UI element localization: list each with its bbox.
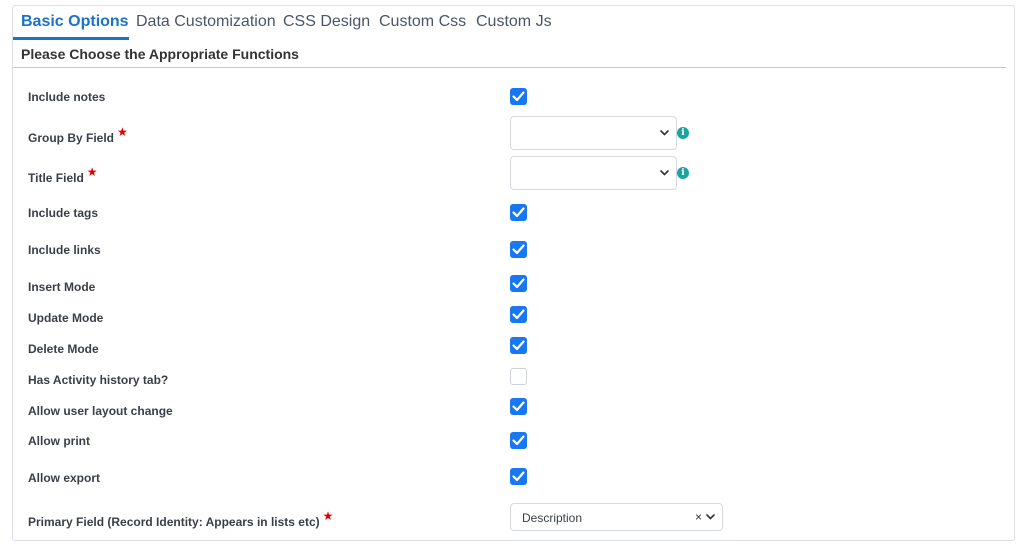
check-icon bbox=[512, 435, 525, 446]
activity-history-tab-checkbox[interactable] bbox=[510, 368, 527, 385]
active-tab-indicator bbox=[13, 37, 129, 40]
tab-data-customization[interactable]: Data Customization bbox=[136, 13, 276, 31]
clear-icon[interactable]: × bbox=[695, 510, 702, 524]
tab-custom-css[interactable]: Custom Css bbox=[379, 13, 466, 31]
info-icon[interactable]: i bbox=[677, 167, 689, 179]
primary-field-label: Primary Field (Record Identity: Appears … bbox=[28, 509, 334, 529]
tab-basic-options[interactable]: Basic Options bbox=[21, 13, 129, 31]
update-mode-checkbox[interactable] bbox=[510, 306, 527, 323]
delete-mode-checkbox[interactable] bbox=[510, 337, 527, 354]
update-mode-label: Update Mode bbox=[28, 311, 104, 325]
tab-css-design[interactable]: CSS Design bbox=[283, 13, 370, 31]
check-icon bbox=[512, 244, 525, 255]
chevron-down-icon bbox=[706, 514, 715, 520]
check-icon bbox=[512, 278, 525, 289]
include-notes-checkbox[interactable] bbox=[510, 88, 527, 105]
title-field-label: Title Field ★ bbox=[28, 165, 98, 185]
title-field-select[interactable] bbox=[510, 156, 677, 190]
primary-field-value: Description bbox=[522, 511, 583, 525]
section-title: Please Choose the Appropriate Functions bbox=[21, 46, 299, 62]
group-by-field-label: Group By Field ★ bbox=[28, 125, 128, 145]
include-tags-checkbox[interactable] bbox=[510, 204, 527, 221]
include-notes-label: Include notes bbox=[28, 90, 106, 104]
required-star-icon: ★ bbox=[86, 165, 98, 179]
include-tags-label: Include tags bbox=[28, 206, 99, 220]
check-icon bbox=[512, 91, 525, 102]
allow-export-label: Allow export bbox=[28, 471, 101, 485]
insert-mode-checkbox[interactable] bbox=[510, 275, 527, 292]
allow-print-label: Allow print bbox=[28, 434, 90, 448]
allow-export-checkbox[interactable] bbox=[510, 468, 527, 485]
delete-mode-label: Delete Mode bbox=[28, 342, 99, 356]
check-icon bbox=[512, 340, 525, 351]
insert-mode-label: Insert Mode bbox=[28, 280, 96, 294]
info-icon[interactable]: i bbox=[677, 127, 689, 139]
section-divider bbox=[13, 67, 1006, 68]
check-icon bbox=[512, 309, 525, 320]
allow-layout-change-checkbox[interactable] bbox=[510, 398, 527, 415]
primary-field-select[interactable]: Description × bbox=[510, 503, 723, 531]
check-icon bbox=[512, 401, 525, 412]
required-star-icon: ★ bbox=[322, 509, 334, 523]
tab-bar: Basic Options Data Customization CSS Des… bbox=[13, 6, 1014, 40]
chevron-down-icon bbox=[660, 130, 669, 136]
include-links-label: Include links bbox=[28, 243, 101, 257]
chevron-down-icon bbox=[660, 170, 669, 176]
required-star-icon: ★ bbox=[117, 125, 128, 139]
include-links-checkbox[interactable] bbox=[510, 241, 527, 258]
group-by-field-select[interactable] bbox=[510, 116, 677, 150]
allow-layout-change-label: Allow user layout change bbox=[28, 404, 173, 418]
activity-history-tab-label: Has Activity history tab? bbox=[28, 373, 169, 387]
check-icon bbox=[512, 207, 525, 218]
allow-print-checkbox[interactable] bbox=[510, 432, 527, 449]
settings-panel: Basic Options Data Customization CSS Des… bbox=[12, 5, 1015, 541]
check-icon bbox=[512, 471, 525, 482]
tab-custom-js[interactable]: Custom Js bbox=[476, 13, 552, 31]
